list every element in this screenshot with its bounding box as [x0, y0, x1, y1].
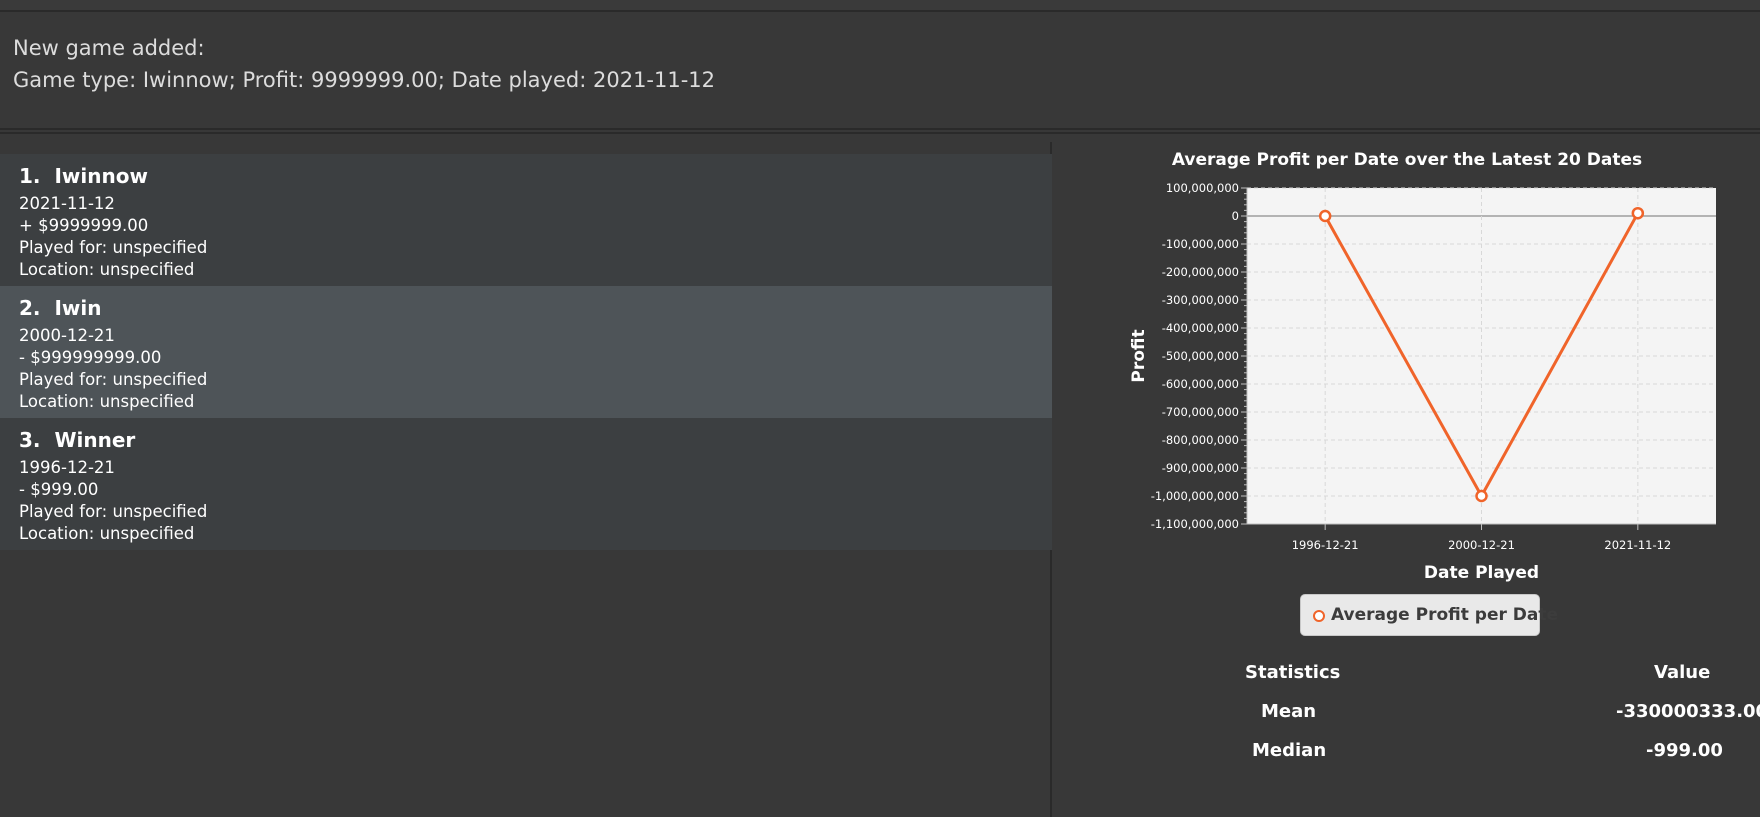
game-index: 3. [19, 428, 41, 452]
y-tick-label: -700,000,000 [1162, 405, 1239, 419]
x-axis-title: Date Played [1424, 563, 1539, 582]
game-profit: - $999.00 [19, 480, 99, 499]
y-axis-title: Profit [1129, 329, 1149, 382]
y-tick-label: 100,000,000 [1166, 181, 1239, 195]
y-tick-label: -900,000,000 [1162, 461, 1239, 475]
y-tick-label: -1,000,000,000 [1151, 489, 1239, 503]
game-location: Location: unspecified [19, 260, 195, 279]
legend-marker-icon [1313, 610, 1325, 622]
profit-line-chart: 100,000,000 0 -100,000,000 -200,000,000 -300… [1129, 181, 1716, 582]
result-line-1: New game added: [13, 36, 205, 60]
y-tick-label: -400,000,000 [1162, 321, 1239, 335]
menu-strip [0, 0, 1760, 12]
game-index: 2. [19, 296, 41, 320]
game-location: Location: unspecified [19, 524, 195, 543]
game-played-for: Played for: unspecified [19, 238, 208, 257]
game-profit: - $999999999.00 [19, 348, 162, 367]
list-item[interactable]: 1. Iwinnow 2021-11-12 + $9999999.00 Play… [0, 154, 1052, 286]
game-played-for: Played for: unspecified [19, 370, 208, 389]
game-type: Iwin [54, 296, 102, 320]
list-item[interactable]: 2. Iwin 2000-12-21 - $999999999.00 Playe… [0, 286, 1052, 418]
result-message: New game added: Game type: Iwinnow; Prof… [13, 32, 715, 96]
divider [0, 132, 1760, 142]
data-point [1475, 489, 1488, 503]
legend-label: Average Profit per Date [1331, 605, 1559, 625]
chart-legend: Average Profit per Date [1300, 594, 1558, 636]
stat-name: Median [1252, 740, 1327, 761]
statistics-column-header: Statistics [1245, 662, 1341, 683]
data-point [1631, 206, 1645, 220]
game-title: 2. Iwin [19, 296, 101, 320]
game-type: Iwinnow [54, 164, 148, 188]
y-tick-label: -600,000,000 [1162, 377, 1239, 391]
list-item[interactable]: 3. Winner 1996-12-21 - $999.00 Played fo… [0, 418, 1052, 550]
y-tick-label: 0 [1232, 209, 1239, 223]
x-tick-label: 2000-12-21 [1448, 538, 1515, 552]
game-date: 2021-11-12 [19, 194, 115, 213]
y-tick-label: -500,000,000 [1162, 349, 1239, 363]
game-date: 1996-12-21 [19, 458, 115, 477]
x-tick-label: 1996-12-21 [1292, 538, 1359, 552]
game-location: Location: unspecified [19, 392, 195, 411]
game-profit: + $9999999.00 [19, 216, 149, 235]
y-tick-label: -100,000,000 [1162, 237, 1239, 251]
y-tick-label: -800,000,000 [1162, 433, 1239, 447]
stat-name: Mean [1261, 701, 1317, 722]
y-tick-label: -1,100,000,000 [1151, 517, 1239, 531]
x-tick-label: 2021-11-12 [1604, 538, 1671, 552]
game-played-for: Played for: unspecified [19, 502, 208, 521]
stat-value: -330000333.00 [1616, 701, 1760, 722]
y-tick-label: -200,000,000 [1162, 265, 1239, 279]
game-index: 1. [19, 164, 41, 188]
game-title: 3. Winner [19, 428, 135, 452]
game-date: 2000-12-21 [19, 326, 115, 345]
game-type: Winner [54, 428, 136, 452]
game-title: 1. Iwinnow [19, 164, 148, 188]
data-point [1318, 209, 1332, 223]
y-tick-label: -300,000,000 [1162, 293, 1239, 307]
result-line-2: Game type: Iwinnow; Profit: 9999999.00; … [13, 68, 716, 92]
stat-value: -999.00 [1646, 740, 1723, 761]
statistics-panel: Average Profit per Date over the Latest … [1054, 142, 1760, 817]
value-column-header: Value [1654, 662, 1711, 683]
game-list[interactable]: 1. Iwinnow 2021-11-12 + $9999999.00 Play… [0, 142, 1052, 817]
result-display: New game added: Game type: Iwinnow; Prof… [0, 12, 1760, 130]
